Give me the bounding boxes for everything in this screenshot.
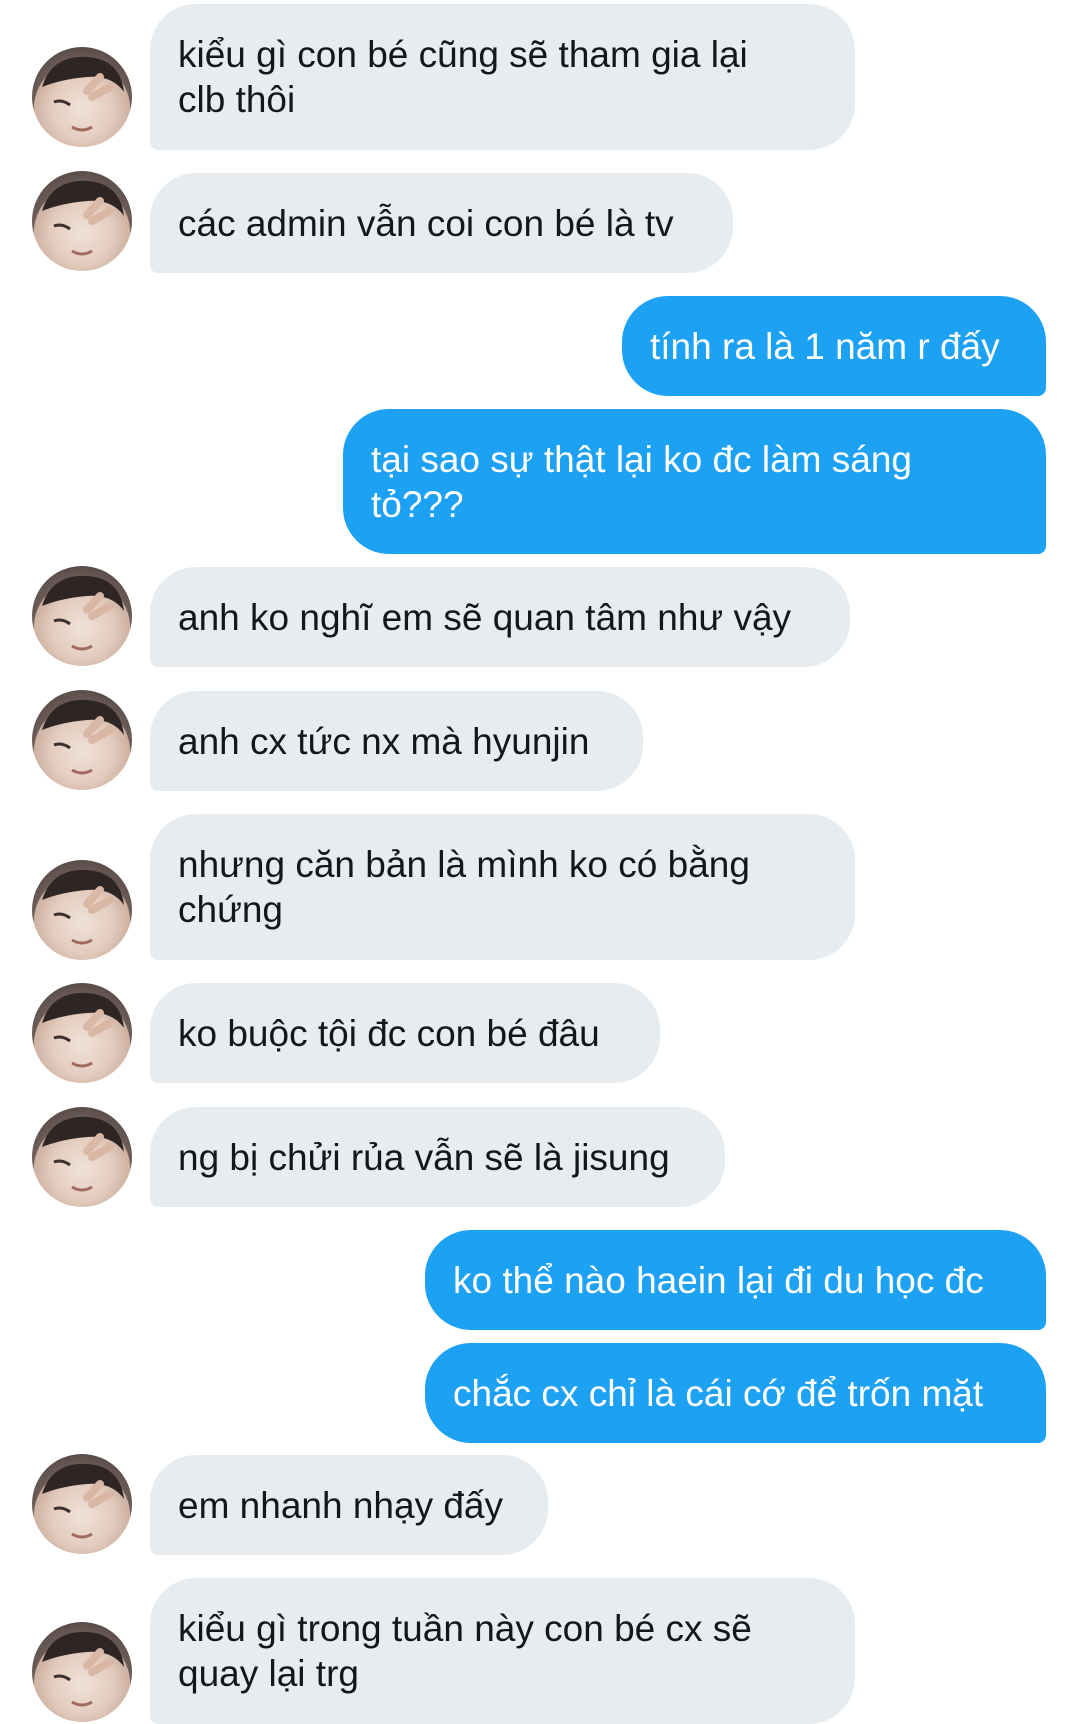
user-avatar-icon[interactable]	[32, 690, 132, 790]
message-bubble-incoming[interactable]: em nhanh nhạy đấy	[150, 1455, 548, 1555]
user-avatar-icon[interactable]	[32, 983, 132, 1083]
message-bubble-incoming[interactable]: ko buộc tội đc con bé đâu	[150, 983, 660, 1083]
message-bubble-outgoing[interactable]: tính ra là 1 năm r đấy	[622, 296, 1046, 396]
user-avatar-icon[interactable]	[32, 171, 132, 271]
user-avatar-icon[interactable]	[32, 1454, 132, 1554]
message-bubble-outgoing[interactable]: chắc cx chỉ là cái cớ để trốn mặt	[425, 1343, 1046, 1443]
message-bubble-incoming[interactable]: anh cx tức nx mà hyunjin	[150, 691, 643, 791]
message-bubble-incoming[interactable]: anh ko nghĩ em sẽ quan tâm như vậy	[150, 567, 850, 667]
user-avatar-icon[interactable]	[32, 47, 132, 147]
user-avatar-icon[interactable]	[32, 860, 132, 960]
user-avatar-icon[interactable]	[32, 566, 132, 666]
chat-thread[interactable]: kiểu gì con bé cũng sẽ tham gia lại clb …	[0, 0, 1080, 1724]
message-bubble-outgoing[interactable]: tại sao sự thật lại ko đc làm sáng tỏ???	[343, 409, 1046, 554]
message-bubble-incoming[interactable]: nhưng căn bản là mình ko có bằng chứng	[150, 814, 855, 960]
message-bubble-outgoing[interactable]: ko thể nào haein lại đi du học đc	[425, 1230, 1046, 1330]
message-bubble-incoming[interactable]: kiểu gì con bé cũng sẽ tham gia lại clb …	[150, 4, 855, 150]
message-bubble-incoming[interactable]: các admin vẫn coi con bé là tv	[150, 173, 733, 273]
message-bubble-incoming[interactable]: kiểu gì trong tuần này con bé cx sẽ quay…	[150, 1578, 855, 1724]
message-bubble-incoming[interactable]: ng bị chửi rủa vẫn sẽ là jisung	[150, 1107, 725, 1207]
user-avatar-icon[interactable]	[32, 1107, 132, 1207]
user-avatar-icon[interactable]	[32, 1622, 132, 1722]
